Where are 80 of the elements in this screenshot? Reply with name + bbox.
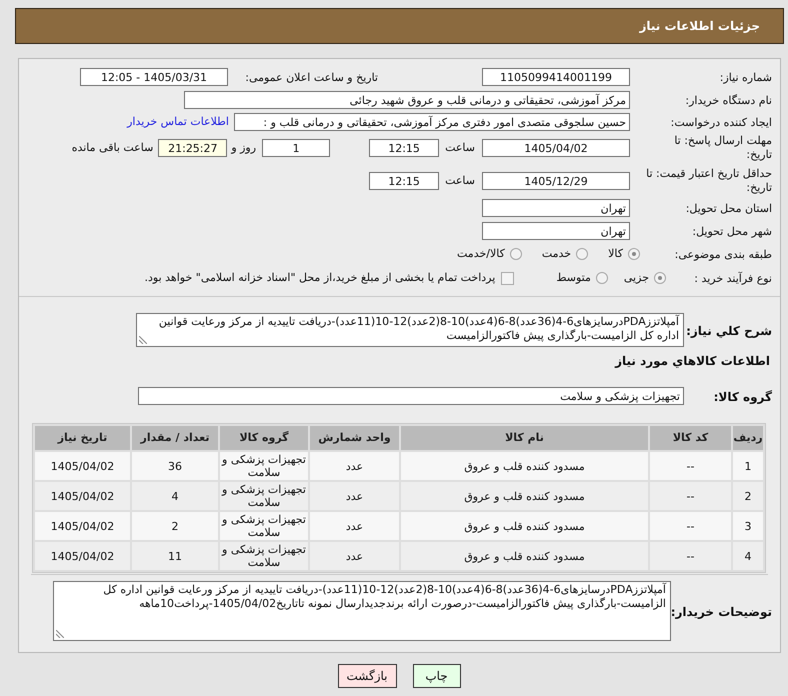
treasury-payment-checkbox[interactable]: پرداخت تمام یا بخشی از مبلغ خرید،از محل "اسناد خزانه اسلامی" خواهد بود. bbox=[144, 270, 514, 286]
page-title: جزئیات اطلاعات نیاز bbox=[639, 18, 760, 35]
table-cell: -- bbox=[650, 452, 731, 480]
deadline-date-field[interactable]: 1405/04/02 bbox=[482, 139, 630, 157]
table-cell: 1405/04/02 bbox=[35, 482, 130, 510]
validity-date-field[interactable]: 1405/12/29 bbox=[482, 172, 630, 190]
back-button[interactable]: بازگشت bbox=[338, 664, 396, 688]
field-label: طبقه بندی موضوعی: bbox=[674, 248, 772, 261]
radio-option[interactable]: کالا bbox=[608, 246, 640, 262]
field-label: شماره نیاز: bbox=[720, 71, 772, 84]
table-cell: تجهیزات پزشکی و سلامت bbox=[220, 512, 308, 540]
section-title: اطلاعات كالاهاي مورد نياز bbox=[615, 354, 770, 368]
column-header: تاریخ نیاز bbox=[35, 426, 130, 450]
field-label: شرح كلي نياز: bbox=[686, 324, 772, 338]
days-field[interactable]: 1 bbox=[262, 139, 330, 157]
table-cell: -- bbox=[650, 542, 731, 570]
city-field[interactable]: تهران bbox=[482, 222, 630, 240]
radio-option[interactable]: خدمت bbox=[542, 246, 588, 262]
table-cell: تجهیزات پزشکی و سلامت bbox=[220, 482, 308, 510]
field-label: توضیحات خریدار: bbox=[670, 605, 772, 619]
field-label: گروه کالا: bbox=[714, 390, 772, 404]
field-label: نوع فرآیند خرید : bbox=[694, 272, 772, 285]
column-header: ردیف bbox=[733, 426, 763, 450]
radio-option[interactable]: جزیی bbox=[624, 270, 666, 286]
column-header: کد کالا bbox=[650, 426, 731, 450]
column-header: گروه کالا bbox=[220, 426, 308, 450]
table-cell: تجهیزات پزشکی و سلامت bbox=[220, 452, 308, 480]
column-header: نام کالا bbox=[401, 426, 648, 450]
table-cell: 4 bbox=[132, 482, 218, 510]
table-cell: عدد bbox=[310, 452, 399, 480]
deadline-time-field[interactable]: 12:15 bbox=[369, 139, 440, 157]
buyer-org-field[interactable]: مرکز آموزشی، تحقیقاتی و درمانی قلب و عروق شهید رجائی bbox=[184, 91, 630, 109]
description-field[interactable]: آمپلاتززPDAدرسایزهای6-4(36عدد)8-6(4عدد)10-8(2عدد)12-10(11عدد)-دریافت تاییدیه از مرکز ورعایت قوانین اداره کل الزامیست-بارگذاری پیش فاکتورالزامیست bbox=[136, 313, 684, 347]
table-cell: 4 bbox=[733, 542, 763, 570]
table-cell: مسدود کننده قلب و عروق bbox=[401, 542, 648, 570]
requester-field[interactable]: حسین سلجوقی متصدی امور دفتری مرکز آموزشی، تحقیقاتی و درمانی قلب و : bbox=[234, 113, 630, 131]
field-label: نام دستگاه خریدار: bbox=[685, 94, 772, 107]
field-label: شهر محل تحویل: bbox=[692, 225, 772, 238]
table-cell: 1405/04/02 bbox=[35, 542, 130, 570]
field-label: تاریخ و ساعت اعلان عمومی: bbox=[245, 71, 378, 84]
validity-time-field[interactable]: 12:15 bbox=[369, 172, 440, 190]
table-cell: 36 bbox=[132, 452, 218, 480]
table-cell: 1405/04/02 bbox=[35, 512, 130, 540]
table-cell: 3 bbox=[733, 512, 763, 540]
table-cell: -- bbox=[650, 482, 731, 510]
remaining-time-field[interactable]: 21:25:27 bbox=[158, 139, 228, 157]
field-label: ایجاد کننده درخواست: bbox=[670, 116, 772, 129]
table-cell: تجهیزات پزشکی و سلامت bbox=[220, 542, 308, 570]
column-header: واحد شمارش bbox=[310, 426, 399, 450]
table-cell: 1 bbox=[733, 452, 763, 480]
table-cell: مسدود کننده قلب و عروق bbox=[401, 512, 648, 540]
table-cell: مسدود کننده قلب و عروق bbox=[401, 452, 648, 480]
contact-info-link[interactable]: اطلاعات تماس خریدار bbox=[127, 114, 229, 130]
table-cell: -- bbox=[650, 512, 731, 540]
field-label: حداقل تاریخ اعتبار قیمت: تا تاریخ: bbox=[645, 167, 772, 195]
field-label: روز و bbox=[231, 140, 256, 156]
province-field[interactable]: تهران bbox=[482, 199, 630, 217]
resize-grip-icon[interactable] bbox=[56, 630, 64, 638]
column-header: تعداد / مقدار bbox=[132, 426, 218, 450]
field-label: مهلت ارسال پاسخ: تا تاریخ: bbox=[673, 134, 772, 162]
radio-option[interactable]: متوسط bbox=[556, 270, 608, 286]
field-label: ساعت bbox=[445, 140, 475, 156]
table-cell: عدد bbox=[310, 542, 399, 570]
table-cell: 2 bbox=[733, 482, 763, 510]
table-cell: 2 bbox=[132, 512, 218, 540]
field-label: ساعت bbox=[445, 172, 475, 189]
table-cell: عدد bbox=[310, 512, 399, 540]
field-label: استان محل تحویل: bbox=[686, 202, 772, 215]
buyer-notes-field[interactable]: آمپلاتززPDAدرسایزهای6-4(36عدد)8-6(4عدد)10-8(2عدد)12-10(11عدد)-دریافت تاییدیه از مرکز ورعایت قوانین اداره کل الزامیست-بارگذاری پیش فاکتورالزامیست-درصورت ارائه برندجدیدارسال نمونه تاتاریخ1405/04/02-پرداخت10ماهه bbox=[53, 581, 671, 641]
table-cell: مسدود کننده قلب و عروق bbox=[401, 482, 648, 510]
announce-date-field[interactable]: 1405/03/31 - 12:05 bbox=[80, 68, 228, 86]
table-cell: 1405/04/02 bbox=[35, 452, 130, 480]
table-cell: 11 bbox=[132, 542, 218, 570]
radio-option[interactable]: کالا/خدمت bbox=[457, 246, 522, 262]
field-label: ساعت باقی مانده bbox=[72, 140, 154, 156]
table-cell: عدد bbox=[310, 482, 399, 510]
need-number-field[interactable]: 1105099414001199 bbox=[482, 68, 630, 86]
print-button[interactable]: چاپ bbox=[412, 664, 460, 688]
resize-grip-icon[interactable] bbox=[139, 336, 147, 344]
goods-group-field[interactable]: تجهیزات پزشکی و سلامت bbox=[138, 387, 684, 405]
